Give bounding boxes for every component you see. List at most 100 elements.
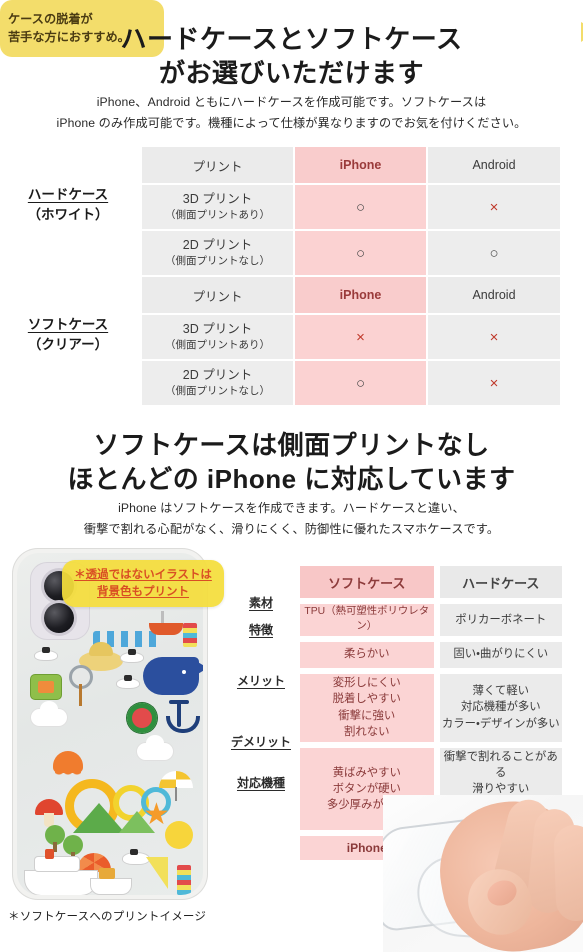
comparison-row-label-devices: 対応機種 [236, 776, 285, 790]
cell-print-type: 2D プリント （側面プリントなし） [140, 229, 295, 277]
section1-desc-line1: iPhone、Android ともにハードケースを作成可能です。ソフトケースは [96, 95, 487, 109]
hard-case-label-sub: （ホワイト） [27, 206, 109, 222]
cell-iphone-support: ○ [293, 183, 428, 231]
section2-description: iPhone はソフトケースを作成できます。ハードケースと違い、 衝撃で割れる心… [0, 498, 583, 541]
soft-case-table: プリント iPhone Android 3D プリント （側面プリントあり） × … [140, 275, 562, 407]
callout-print-line1: ＊透過ではないイラストは [74, 569, 212, 581]
hill-sticker-icon [73, 803, 125, 833]
print-type-sub: （側面プリントあり） [165, 209, 270, 222]
cell-android-support: ○ [426, 229, 562, 277]
cell-hard-feature: 固い・曲がりにくい [437, 639, 564, 670]
whale-sticker-icon [143, 657, 203, 695]
col-header-android: Android [426, 145, 562, 185]
col-header-android: Android [426, 275, 562, 315]
flag-sticker-icon [177, 865, 191, 895]
col-header-iphone: iPhone [293, 275, 428, 315]
seagull-sticker-icon [35, 647, 57, 660]
sailboat-sticker-icon [143, 857, 168, 889]
soft-case-label-main: ソフトケース [27, 317, 109, 332]
section2-heading-line2: ほとんどの iPhone に対応しています [67, 464, 516, 495]
soft-case-row-label: ソフトケース （クリアー） [0, 315, 136, 354]
cell-print-type: 3D プリント （側面プリントあり） [140, 183, 295, 231]
col-header-hard-case: ハードケース [437, 564, 564, 600]
finger [553, 824, 583, 922]
cell-android-support: × [426, 313, 562, 361]
table-row: 3D プリント （側面プリントあり） ○ × [140, 183, 562, 231]
table-row: 2D プリント （側面プリントなし） ○ × [140, 359, 562, 407]
table-row: 柔らかい 固い・曲がりにくい [298, 639, 564, 670]
suitcase-sticker-icon [31, 675, 61, 699]
col-header-print: プリント [140, 275, 295, 315]
cell-soft-material: TPU（熱可塑性ポリウレタン） [298, 602, 436, 638]
hard-case-table-block: ハードケース （ホワイト） プリント iPhone Android 3D プリン… [0, 145, 583, 277]
section1-heading-line1: ハードケースとソフトケース [120, 24, 463, 54]
tree-sticker-icon [45, 825, 65, 852]
print-image-footnote: ＊ソフトケースへのプリントイメージ [8, 911, 207, 923]
comparison-row-label-feature: 特徴 [248, 623, 273, 637]
hard-case-table: プリント iPhone Android 3D プリント （側面プリントあり） ○ … [140, 145, 562, 277]
print-type-main: 2D プリント [182, 238, 253, 253]
comparison-row-label-merit: メリット [236, 674, 285, 688]
section2-desc-line1: iPhone はソフトケースを作成できます。ハードケースと違い、 [118, 501, 465, 515]
print-type-sub: （側面プリントあり） [165, 339, 270, 352]
section1-desc-line2: iPhone のみ作成可能です。機種によって仕様が異なりますのでお気を付けくださ… [56, 116, 527, 131]
table-header-row: プリント iPhone Android [140, 275, 562, 315]
col-header-print: プリント [140, 145, 295, 185]
camera-lens-icon [44, 603, 74, 633]
table-row: 2D プリント （側面プリントなし） ○ ○ [140, 229, 562, 277]
tree-sticker-icon [63, 835, 83, 862]
comparison-row-label-material: 素材 [248, 596, 273, 610]
cell-print-type: 2D プリント （側面プリントなし） [140, 359, 295, 407]
cell-hard-material: ポリカーボネート [437, 602, 564, 638]
cell-iphone-support: × [293, 313, 428, 361]
print-type-main: 2D プリント [182, 368, 253, 383]
watermelon-sticker-icon [127, 703, 157, 733]
sunflower-sticker-icon [165, 821, 193, 849]
table-row: 3D プリント （側面プリントあり） × × [140, 313, 562, 361]
seagull-sticker-icon [117, 675, 139, 688]
table-row: 変形しにくい 脱着しやすい 衝撃に強い 割れない 薄くて軽い 対応機種が多い カラー・デザ… [298, 671, 564, 744]
cloud-sticker-icon [137, 735, 173, 760]
print-type-main: 3D プリント [182, 192, 253, 207]
section1-description: iPhone、Android ともにハードケースを作成可能です。ソフトケースは … [0, 92, 583, 135]
section2-desc-line2: 衝撃で割れる心配がなく、滑りにくく、防御性に優れたスマホケースです。 [83, 522, 500, 537]
umbrella-sticker-icon [159, 771, 193, 801]
callout-print-line2: 背景色もプリント [97, 585, 189, 598]
cell-soft-merit: 変形しにくい 脱着しやすい 衝撃に強い 割れない [298, 671, 436, 744]
cell-hard-merit: 薄くて軽い 対応機種が多い カラー・デザインが多い [437, 671, 564, 744]
section2-heading: ソフトケースは側面プリントなし ほとんどの iPhone に対応しています [0, 428, 583, 497]
table-row: TPU（熱可塑性ポリウレタン） ポリカーボネート [298, 602, 564, 638]
col-header-iphone: iPhone [293, 145, 428, 185]
print-type-main: 3D プリント [182, 322, 253, 337]
hard-case-label-main: ハードケース [27, 187, 109, 202]
tugboat-sticker-icon [91, 868, 131, 894]
hard-case-row-label: ハードケース （ホワイト） [0, 185, 136, 224]
ship-sticker-icon [25, 849, 97, 895]
anchor-sticker-icon [166, 700, 200, 733]
col-header-soft-case: ソフトケース [298, 564, 436, 600]
table-header-row: ソフトケース ハードケース [298, 564, 564, 600]
section2-heading-line1: ソフトケースは側面プリントなし [93, 430, 490, 460]
flag-sticker-icon [183, 623, 197, 647]
cell-iphone-support: ○ [293, 229, 428, 277]
print-type-sub: （側面プリントなし） [165, 385, 270, 398]
cell-android-support: × [426, 183, 562, 231]
product-info-page: ハードケースとソフトケース がお選びいただけます iPhone、Android … [0, 0, 583, 952]
cloud-sticker-icon [31, 701, 67, 726]
section1-heading: ハードケースとソフトケース がお選びいただけます [0, 22, 583, 91]
comparison-row-label-demerit: デメリット [230, 735, 291, 749]
cell-print-type: 3D プリント （側面プリントあり） [140, 313, 295, 361]
cell-iphone-support: ○ [293, 359, 428, 407]
soft-case-label-sub: （クリアー） [27, 336, 109, 352]
octopus-sticker-icon [53, 751, 83, 781]
table-header-row: プリント iPhone Android [140, 145, 562, 185]
cell-soft-feature: 柔らかい [298, 639, 436, 670]
net-sticker-icon [69, 665, 93, 706]
clear-case-photo [383, 795, 583, 952]
mushroom-sticker-icon [35, 799, 63, 827]
print-type-sub: （側面プリントなし） [165, 255, 270, 268]
seagull-sticker-icon [121, 649, 143, 662]
print-background-callout: ＊透過ではないイラストは 背景色もプリント [62, 560, 224, 608]
section1-heading-line2: がお選びいただけます [158, 58, 424, 89]
soft-case-table-block: ソフトケース （クリアー） プリント iPhone Android 3D プリン… [0, 275, 583, 407]
